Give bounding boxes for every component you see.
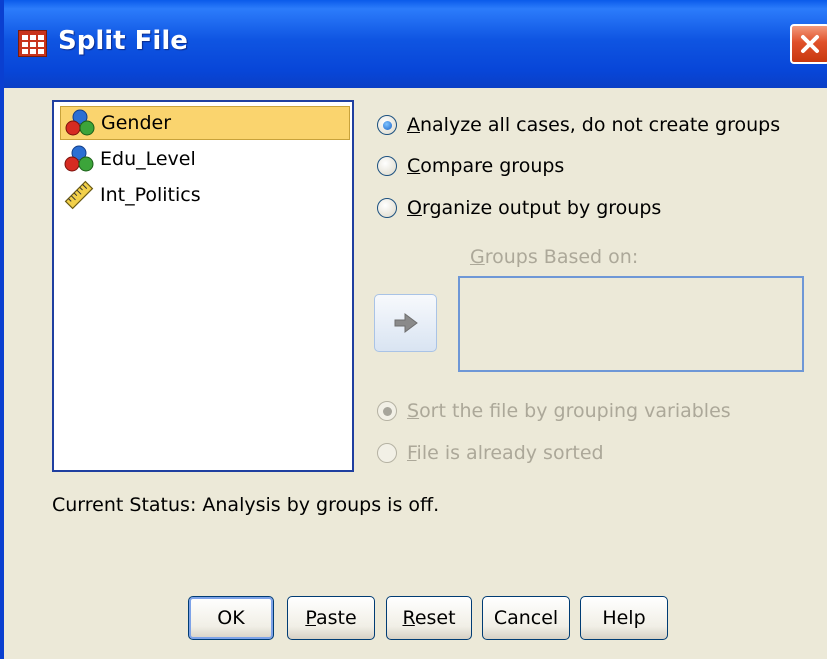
radio-organize-output[interactable]: Organize output by groups [377,197,661,219]
arrow-right-icon [394,313,418,333]
close-icon [801,35,819,53]
nominal-variable-icon [65,108,95,138]
variable-item-edu-level[interactable]: Edu_Level [60,142,350,176]
radio-button[interactable] [377,401,397,421]
radio-button[interactable] [377,443,397,463]
window-title: Split File [58,26,188,56]
paste-button[interactable]: Paste [287,596,375,640]
dialog-content: Gender Edu_Level Int_Politics Analyze al… [4,88,827,659]
radio-button[interactable] [377,198,397,218]
split-file-dialog: Split File Gender Edu_Level Int_Politics… [0,0,827,659]
variable-label: Gender [101,112,172,134]
ok-button[interactable]: OK [188,596,274,640]
variable-label: Int_Politics [100,184,201,206]
nominal-variable-icon [64,144,94,174]
variable-item-int-politics[interactable]: Int_Politics [60,178,350,212]
groups-based-on-list[interactable] [458,276,804,372]
help-button[interactable]: Help [580,596,668,640]
status-text: Current Status: Analysis by groups is of… [52,494,440,516]
variable-item-gender[interactable]: Gender [60,106,350,140]
move-variable-button[interactable] [374,294,437,352]
radio-button[interactable] [377,156,397,176]
cancel-button[interactable]: Cancel [482,596,570,640]
variable-list[interactable]: Gender Edu_Level Int_Politics [52,100,354,472]
radio-sort-file[interactable]: Sort the file by grouping variables [377,400,731,422]
spss-app-icon [18,30,47,57]
radio-analyze-all-cases[interactable]: Analyze all cases, do not create groups [377,114,780,136]
radio-file-already-sorted[interactable]: File is already sorted [377,442,604,464]
radio-button[interactable] [377,115,397,135]
close-button[interactable] [790,24,827,64]
variable-label: Edu_Level [100,148,196,170]
scale-variable-icon [64,180,94,210]
groups-based-on-label: Groups Based on: [470,246,639,268]
reset-button[interactable]: Reset [386,596,472,640]
radio-compare-groups[interactable]: Compare groups [377,155,564,177]
title-bar[interactable]: Split File [4,0,827,88]
